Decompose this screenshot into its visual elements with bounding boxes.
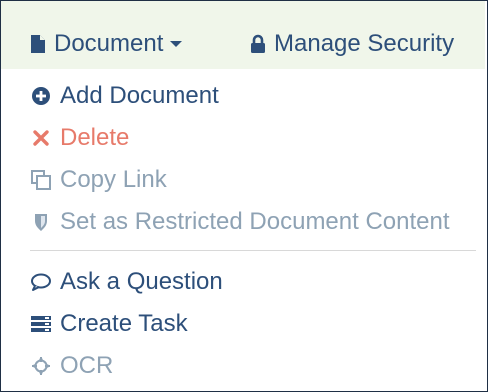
plus-circle-icon xyxy=(30,86,52,106)
ask-question-label: Ask a Question xyxy=(60,268,223,295)
crosshair-icon xyxy=(30,356,52,376)
ask-question-item[interactable]: Ask a Question xyxy=(30,264,223,300)
set-restricted-label: Set as Restricted Document Content xyxy=(60,208,450,235)
document-menu-label: Document xyxy=(54,30,164,57)
manage-security-label: Manage Security xyxy=(274,30,455,57)
file-icon xyxy=(30,34,46,54)
copy-icon xyxy=(30,169,52,191)
add-document-label: Add Document xyxy=(60,82,219,109)
add-document-item[interactable]: Add Document xyxy=(30,78,219,114)
copy-link-item: Copy Link xyxy=(30,162,167,198)
document-menu-button[interactable]: Document xyxy=(30,24,183,64)
delete-item[interactable]: Delete xyxy=(30,120,129,156)
lock-icon xyxy=(250,34,266,54)
ocr-label: OCR xyxy=(60,352,114,379)
create-task-label: Create Task xyxy=(60,310,188,337)
caret-down-icon xyxy=(169,39,183,49)
x-icon xyxy=(30,129,52,147)
set-restricted-item: Set as Restricted Document Content xyxy=(30,204,450,240)
task-list-icon xyxy=(30,315,52,333)
copy-link-label: Copy Link xyxy=(60,166,167,193)
delete-label: Delete xyxy=(60,124,130,151)
shield-icon xyxy=(30,212,52,232)
create-task-item[interactable]: Create Task xyxy=(30,306,188,342)
speech-bubble-icon xyxy=(30,272,52,292)
divider xyxy=(30,250,476,251)
ocr-item: OCR xyxy=(30,348,113,384)
manage-security-button[interactable]: Manage Security xyxy=(250,24,454,64)
